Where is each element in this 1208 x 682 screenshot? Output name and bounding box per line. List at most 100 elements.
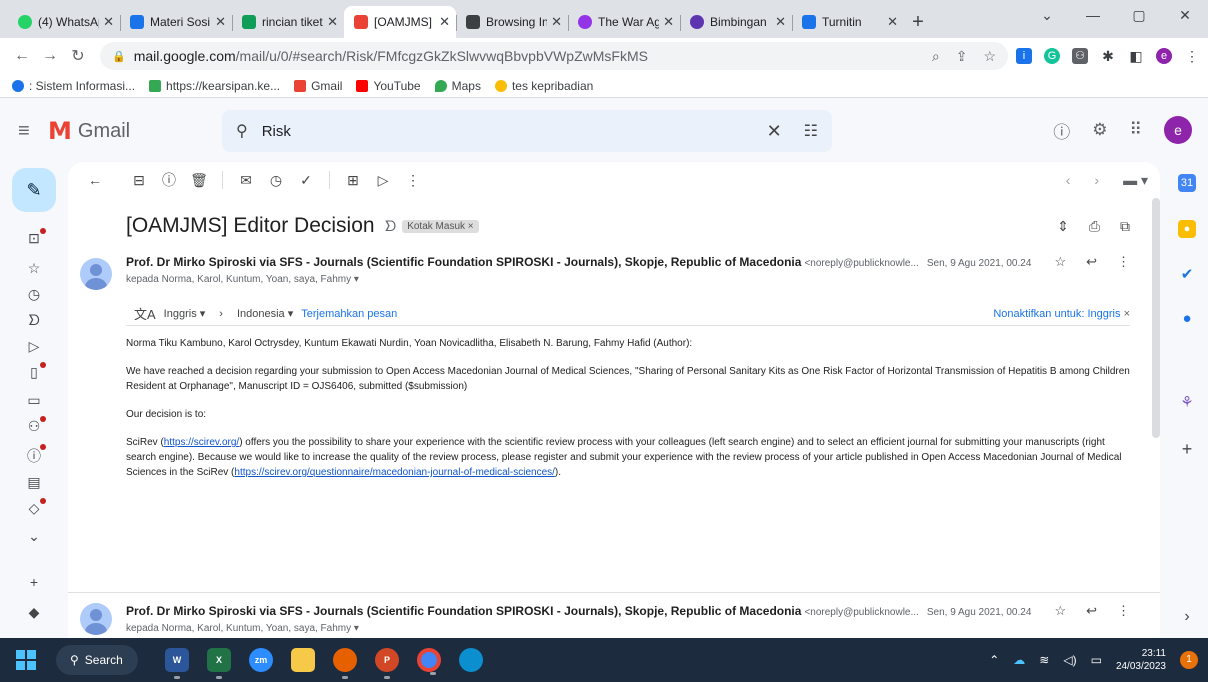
bookmark-maps[interactable]: Maps bbox=[434, 79, 481, 93]
calendar-icon[interactable]: 31 bbox=[1178, 174, 1196, 192]
tab-turnitin[interactable]: Turnitin ✕ bbox=[792, 6, 904, 38]
search-options-icon[interactable]: ☷ bbox=[804, 121, 818, 141]
search-icon[interactable]: ⚲ bbox=[236, 121, 248, 141]
add-label-plus-icon[interactable]: + bbox=[24, 574, 44, 590]
recipients-line[interactable]: kepada Norma, Karol, Kuntum, Yoan, saya,… bbox=[126, 623, 1130, 638]
report-spam-icon[interactable]: ⓘ bbox=[154, 170, 184, 190]
extension-icon[interactable]: ⚇ bbox=[1072, 48, 1088, 64]
drafts-icon[interactable]: ▯ bbox=[24, 362, 46, 381]
remove-label-icon[interactable]: × bbox=[468, 221, 474, 232]
tab-oamjms[interactable]: [OAMJMS] ✕ bbox=[344, 6, 456, 38]
more-kebab-icon[interactable]: ⋮ bbox=[1117, 254, 1130, 270]
previous-chevron-icon[interactable]: ‹ bbox=[1066, 172, 1071, 188]
more-kebab-icon[interactable]: ⋮ bbox=[1117, 603, 1130, 619]
forums-icon[interactable]: ▤ bbox=[24, 474, 44, 491]
lock-icon[interactable]: 🔒 bbox=[112, 50, 126, 63]
search-input[interactable] bbox=[261, 122, 759, 140]
close-icon[interactable]: × bbox=[1124, 308, 1130, 320]
source-language-select[interactable]: Inggris ▾ bbox=[164, 307, 206, 320]
restore-icon[interactable]: ▢ bbox=[1116, 7, 1162, 24]
clock[interactable]: 23:11 24/03/2023 bbox=[1116, 647, 1166, 673]
new-tab-button[interactable]: + bbox=[904, 6, 932, 38]
social-icon[interactable]: ⚇ bbox=[24, 416, 46, 435]
close-tab-icon[interactable]: ✕ bbox=[103, 14, 114, 30]
bookmark-sistem-informasi[interactable]: : Sistem Informasi... bbox=[12, 79, 135, 93]
label-chip[interactable]: Kotak Masuk × bbox=[402, 219, 479, 233]
taskbar-search[interactable]: ⚲ Search bbox=[56, 645, 138, 675]
extension-icon[interactable]: G bbox=[1044, 48, 1060, 64]
apps-grid-icon[interactable]: ⠿ bbox=[1130, 120, 1142, 140]
back-icon[interactable]: ← bbox=[8, 47, 36, 65]
translate-message-link[interactable]: Terjemahkan pesan bbox=[301, 308, 397, 320]
settings-gear-icon[interactable]: ⚙ bbox=[1092, 120, 1107, 140]
scirev-questionnaire-link[interactable]: https://scirev.org/questionnaire/macedon… bbox=[234, 467, 555, 478]
add-task-icon[interactable]: ✓ bbox=[291, 172, 321, 189]
star-icon[interactable]: ☆ bbox=[1054, 603, 1066, 619]
bookmark-gmail[interactable]: Gmail bbox=[294, 79, 342, 93]
onedrive-icon[interactable]: ☁ bbox=[1013, 653, 1025, 667]
menu-kebab-icon[interactable]: ⋮ bbox=[1184, 48, 1200, 64]
back-arrow-icon[interactable]: ← bbox=[80, 172, 110, 188]
bookmark-youtube[interactable]: YouTube bbox=[356, 79, 421, 93]
powerpoint-icon[interactable]: P bbox=[375, 648, 399, 679]
show-details-icon[interactable]: ▾ bbox=[354, 274, 359, 285]
tab-browsing[interactable]: Browsing In ✕ bbox=[456, 6, 568, 38]
show-hidden-icons-chevron-icon[interactable]: ⌃ bbox=[989, 653, 999, 667]
expand-chevron-right-icon[interactable]: › bbox=[1178, 608, 1196, 626]
reload-icon[interactable]: ↻ bbox=[64, 46, 92, 66]
close-tab-icon[interactable]: ✕ bbox=[439, 14, 450, 30]
zoom-icon[interactable]: zm bbox=[249, 648, 273, 672]
extension-icon[interactable]: i bbox=[1016, 48, 1032, 64]
more-chevron-down-icon[interactable]: ⌄ bbox=[24, 528, 44, 545]
addon-icon[interactable]: ⚘ bbox=[1178, 394, 1196, 412]
wifi-icon[interactable]: ≋ bbox=[1039, 653, 1049, 667]
excel-icon[interactable]: X bbox=[207, 648, 231, 679]
close-window-icon[interactable]: ✕ bbox=[1162, 7, 1208, 24]
email-message-second[interactable]: Prof. Dr Mirko Spiroski via SFS - Journa… bbox=[68, 592, 1160, 638]
account-avatar[interactable]: e bbox=[1164, 116, 1192, 144]
input-tools-keyboard-icon[interactable]: ▬ ▾ bbox=[1123, 172, 1148, 189]
close-tab-icon[interactable]: ✕ bbox=[775, 14, 786, 30]
tab-bimbingan[interactable]: Bimbingan ✕ bbox=[680, 6, 792, 38]
starred-icon[interactable]: ☆ bbox=[24, 260, 44, 277]
label-icon[interactable]: ▭ bbox=[24, 392, 44, 409]
keep-icon[interactable]: ● bbox=[1178, 220, 1196, 238]
important-marker-icon[interactable]: ᗤ bbox=[385, 218, 397, 235]
firefox-icon[interactable] bbox=[333, 648, 357, 679]
snooze-clock-icon[interactable]: ◷ bbox=[261, 172, 291, 189]
forward-icon[interactable]: → bbox=[36, 47, 64, 65]
tab-search-icon[interactable]: ⌄ bbox=[1024, 7, 1070, 24]
snoozed-clock-icon[interactable]: ◷ bbox=[24, 286, 44, 303]
show-details-icon[interactable]: ▾ bbox=[354, 623, 359, 634]
tasks-icon[interactable]: ✔ bbox=[1178, 266, 1196, 284]
volume-icon[interactable]: ◁) bbox=[1063, 653, 1076, 667]
bookmark-tes-kepribadian[interactable]: tes kepribadian bbox=[494, 79, 593, 93]
tab-whatsapp[interactable]: (4) WhatsAp ✕ bbox=[8, 6, 120, 38]
bookmark-kearsipan[interactable]: https://kearsipan.ke... bbox=[149, 79, 280, 93]
get-addons-plus-icon[interactable]: + bbox=[1178, 440, 1196, 458]
tab-the-war[interactable]: The War Ag ✕ bbox=[568, 6, 680, 38]
scirev-link[interactable]: https://scirev.org/ bbox=[164, 437, 239, 448]
minimize-icon[interactable]: — bbox=[1070, 7, 1116, 23]
tab-rincian[interactable]: rincian tiket ✕ bbox=[232, 6, 344, 38]
target-language-select[interactable]: Indonesia ▾ bbox=[237, 307, 293, 320]
promotions-icon[interactable]: ◇ bbox=[24, 498, 46, 517]
archive-icon[interactable]: ⊟ bbox=[124, 172, 154, 189]
edge-icon[interactable] bbox=[459, 648, 483, 672]
address-bar[interactable]: 🔒 mail.google.com/mail/u/0/#search/Risk/… bbox=[100, 42, 1008, 70]
next-chevron-icon[interactable]: › bbox=[1094, 172, 1099, 188]
extensions-puzzle-icon[interactable]: ✱ bbox=[1100, 48, 1116, 64]
main-menu-icon[interactable]: ≡ bbox=[0, 120, 48, 143]
star-icon[interactable]: ☆ bbox=[1054, 254, 1066, 270]
reply-icon[interactable]: ↩ bbox=[1086, 254, 1097, 270]
sent-icon[interactable]: ▷ bbox=[24, 338, 44, 355]
help-icon[interactable]: ⓘ bbox=[1053, 118, 1070, 143]
clear-search-icon[interactable]: ✕ bbox=[767, 121, 782, 142]
tab-materi[interactable]: Materi Sosi ✕ bbox=[120, 6, 232, 38]
label-tag-icon[interactable]: ◆ bbox=[24, 604, 44, 621]
sender-name[interactable]: Prof. Dr Mirko Spiroski via SFS - Journa… bbox=[126, 255, 801, 269]
contacts-icon[interactable]: ● bbox=[1178, 310, 1196, 328]
close-tab-icon[interactable]: ✕ bbox=[215, 14, 226, 30]
close-tab-icon[interactable]: ✕ bbox=[327, 14, 338, 30]
recipients-line[interactable]: kepada Norma, Karol, Kuntum, Yoan, saya,… bbox=[126, 274, 1130, 290]
